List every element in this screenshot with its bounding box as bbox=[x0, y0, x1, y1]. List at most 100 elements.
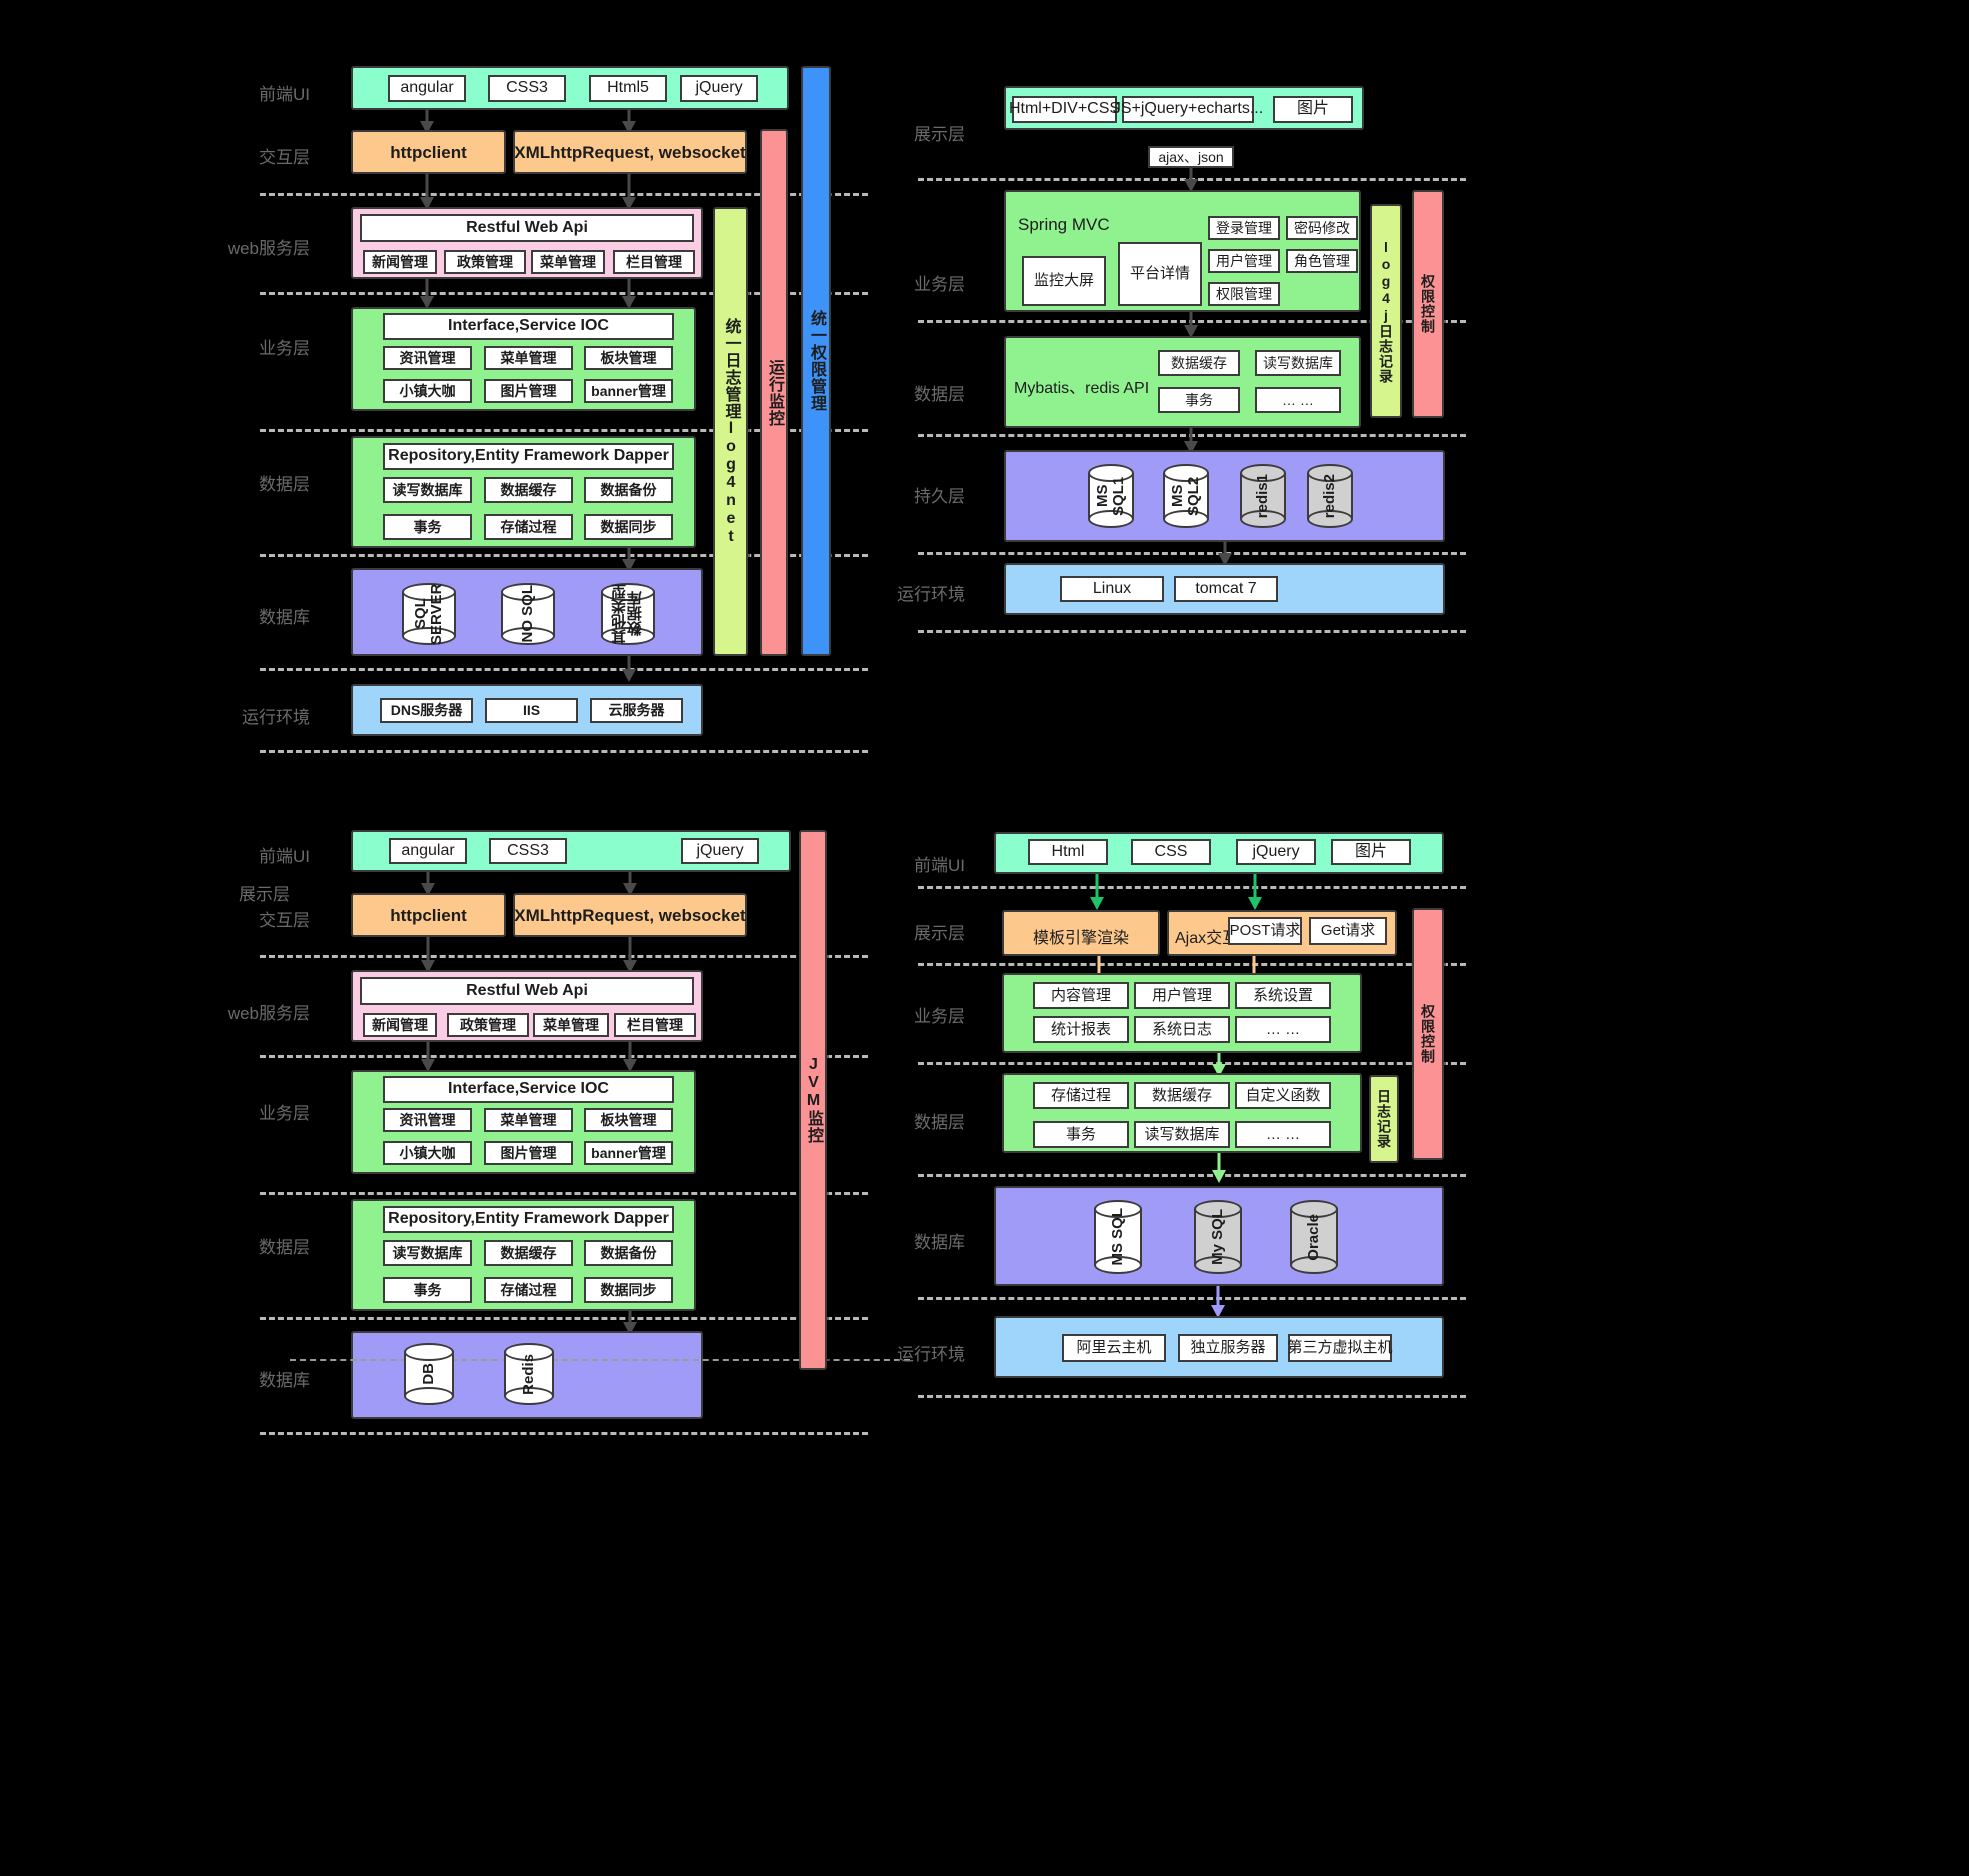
bl-data-item-5[interactable]: 数据同步 bbox=[584, 1277, 673, 1303]
layer-label-br-runtime: 运行环境 bbox=[897, 1345, 965, 1364]
bl-business-item-4[interactable]: 图片管理 bbox=[484, 1141, 573, 1165]
tl-web-item-0[interactable]: 新闻管理 bbox=[363, 250, 437, 274]
divider-bl-2 bbox=[260, 1055, 868, 1058]
br-business-item-4[interactable]: 系统日志 bbox=[1134, 1016, 1230, 1043]
tr-arrow-biz-data bbox=[1184, 312, 1198, 338]
bl-business-item-1[interactable]: 菜单管理 bbox=[484, 1108, 573, 1132]
br-data-item-5[interactable]: … … bbox=[1235, 1121, 1331, 1148]
bl-vbar-jvm[interactable]: JVM监控 bbox=[799, 830, 827, 1370]
tr-data-item-2[interactable]: 事务 bbox=[1158, 387, 1240, 413]
tr-presentation-chip-0[interactable]: Html+DIV+CSS bbox=[1009, 96, 1120, 123]
br-data-item-0[interactable]: 存储过程 bbox=[1033, 1082, 1129, 1109]
bl-business-item-2[interactable]: 板块管理 bbox=[584, 1108, 673, 1132]
tr-business-item-0[interactable]: 登录管理 bbox=[1208, 216, 1280, 240]
bl-data-item-2[interactable]: 数据备份 bbox=[584, 1240, 673, 1266]
tr-business-item-4[interactable]: 权限管理 bbox=[1208, 282, 1280, 306]
tr-data-item-1[interactable]: 读写数据库 bbox=[1255, 350, 1341, 376]
layer-label-tl-web: web服务层 bbox=[227, 239, 310, 258]
tl-business-item-0[interactable]: 资讯管理 bbox=[383, 346, 472, 370]
br-runtime-chip-2[interactable]: 第三方虚拟主机 bbox=[1288, 1334, 1393, 1362]
bl-data-item-0[interactable]: 读写数据库 bbox=[383, 1240, 472, 1266]
bl-arrow-web-biz-b bbox=[623, 1042, 637, 1072]
br-ui-chip-2[interactable]: jQuery bbox=[1236, 839, 1316, 865]
br-post-request-chip[interactable]: POST请求 bbox=[1228, 917, 1302, 945]
tl-business-item-3[interactable]: 小镇大咖 bbox=[383, 379, 472, 403]
tr-business-item-3[interactable]: 角色管理 bbox=[1286, 249, 1358, 273]
bl-ui-chip-1[interactable]: CSS3 bbox=[489, 838, 567, 864]
tl-vbar-auth[interactable]: 统一权限管理 bbox=[801, 66, 831, 656]
br-business-item-3[interactable]: 统计报表 bbox=[1033, 1016, 1129, 1043]
bl-business-item-3[interactable]: 小镇大咖 bbox=[383, 1141, 472, 1165]
br-data-item-2[interactable]: 自定义函数 bbox=[1235, 1082, 1331, 1109]
bl-data-item-4[interactable]: 存储过程 bbox=[484, 1277, 573, 1303]
tl-web-item-2[interactable]: 菜单管理 bbox=[531, 250, 605, 274]
br-runtime-chip-1[interactable]: 独立服务器 bbox=[1178, 1334, 1278, 1362]
br-runtime-chip-0[interactable]: 阿里云主机 bbox=[1062, 1334, 1166, 1362]
br-data-item-4[interactable]: 读写数据库 bbox=[1134, 1121, 1230, 1148]
tl-data-item-5[interactable]: 数据同步 bbox=[584, 514, 673, 540]
tr-business-framework: Spring MVC bbox=[1018, 215, 1110, 234]
br-business-item-0[interactable]: 内容管理 bbox=[1033, 982, 1129, 1009]
bl-web-item-1[interactable]: 政策管理 bbox=[447, 1013, 529, 1037]
bl-ui-chip-2[interactable]: jQuery bbox=[681, 838, 759, 864]
bl-data-item-3[interactable]: 事务 bbox=[383, 1277, 472, 1303]
tr-business-item-1[interactable]: 密码修改 bbox=[1286, 216, 1358, 240]
tr-vbar-log4j[interactable]: log4j日志记录 bbox=[1370, 204, 1402, 418]
br-vbar-auth[interactable]: 权限控制 bbox=[1412, 908, 1444, 1160]
tl-data-item-4[interactable]: 存储过程 bbox=[484, 514, 573, 540]
tr-business-item-2[interactable]: 用户管理 bbox=[1208, 249, 1280, 273]
bl-web-item-2[interactable]: 菜单管理 bbox=[533, 1013, 609, 1037]
tl-web-item-1[interactable]: 政策管理 bbox=[444, 250, 526, 274]
tl-runtime-chip-0[interactable]: DNS服务器 bbox=[380, 698, 473, 723]
divider-br-5 bbox=[918, 1297, 1466, 1300]
br-business-item-2[interactable]: 系统设置 bbox=[1235, 982, 1331, 1009]
bl-ui-chip-0[interactable]: angular bbox=[389, 838, 467, 864]
tl-business-item-2[interactable]: 板块管理 bbox=[584, 346, 673, 370]
tr-runtime-chip-0[interactable]: Linux bbox=[1060, 576, 1164, 602]
br-data-item-1[interactable]: 数据缓存 bbox=[1134, 1082, 1230, 1109]
tl-vbar-log[interactable]: 统一日志管理log4net bbox=[713, 207, 748, 656]
br-business-item-5[interactable]: … … bbox=[1235, 1016, 1331, 1043]
tl-data-item-2[interactable]: 数据备份 bbox=[584, 477, 673, 503]
br-business-item-1[interactable]: 用户管理 bbox=[1134, 982, 1230, 1009]
br-get-request-chip[interactable]: Get请求 bbox=[1309, 917, 1387, 945]
bl-web-item-3[interactable]: 栏目管理 bbox=[614, 1013, 696, 1037]
bl-web-item-0[interactable]: 新闻管理 bbox=[363, 1013, 437, 1037]
tl-ui-chip-0[interactable]: angular bbox=[388, 75, 466, 102]
tr-vbar-auth[interactable]: 权限控制 bbox=[1412, 190, 1444, 418]
tl-vbar-monitor[interactable]: 运行监控 bbox=[760, 129, 788, 656]
tl-runtime-chip-1[interactable]: IIS bbox=[485, 698, 578, 723]
tr-data-item-0[interactable]: 数据缓存 bbox=[1158, 350, 1240, 376]
tl-data-item-0[interactable]: 读写数据库 bbox=[383, 477, 472, 503]
bl-business-item-5[interactable]: banner管理 bbox=[584, 1141, 673, 1165]
tl-runtime-chip-2[interactable]: 云服务器 bbox=[590, 698, 683, 723]
bl-data-item-1[interactable]: 数据缓存 bbox=[484, 1240, 573, 1266]
tl-business-item-1[interactable]: 菜单管理 bbox=[484, 346, 573, 370]
tl-vbar-auth-label: 统一权限管理 bbox=[808, 310, 825, 412]
tr-presentation-chip-2[interactable]: 图片 bbox=[1273, 96, 1353, 123]
tl-ui-chip-2[interactable]: Html5 bbox=[589, 75, 667, 102]
tl-web-item-3[interactable]: 栏目管理 bbox=[613, 250, 695, 274]
tl-ui-chip-1[interactable]: CSS3 bbox=[488, 75, 566, 102]
tr-business-detail[interactable]: 平台详情 bbox=[1118, 242, 1202, 306]
br-vbar-log[interactable]: 日志记录 bbox=[1369, 1075, 1399, 1163]
br-arrow-db-runtime bbox=[1211, 1286, 1225, 1318]
tl-data-item-3[interactable]: 事务 bbox=[383, 514, 472, 540]
layer-label-tl-interaction: 交互层 bbox=[259, 148, 310, 167]
tr-presentation-chip-1[interactable]: JS+jQuery+echarts... bbox=[1113, 96, 1263, 123]
tr-business-bigscreen[interactable]: 监控大屏 bbox=[1022, 256, 1106, 306]
br-data-item-3[interactable]: 事务 bbox=[1033, 1121, 1129, 1148]
br-ui-chip-3[interactable]: 图片 bbox=[1331, 839, 1411, 865]
br-ui-chip-1[interactable]: CSS bbox=[1131, 839, 1211, 865]
tl-data-item-1[interactable]: 数据缓存 bbox=[484, 477, 573, 503]
tr-data-item-3[interactable]: … … bbox=[1255, 387, 1341, 413]
br-ui-chip-0[interactable]: Html bbox=[1028, 839, 1108, 865]
br-vbar-log-label: 日志记录 bbox=[1376, 1089, 1392, 1149]
bl-business-item-0[interactable]: 资讯管理 bbox=[383, 1108, 472, 1132]
tr-runtime-chip-1[interactable]: tomcat 7 bbox=[1174, 576, 1278, 602]
br-arrow-jquery-ajax bbox=[1248, 874, 1262, 910]
tr-arrow-pres-biz bbox=[1184, 168, 1198, 192]
tl-business-item-4[interactable]: 图片管理 bbox=[484, 379, 573, 403]
tl-ui-chip-3[interactable]: jQuery bbox=[680, 75, 758, 102]
tl-business-item-5[interactable]: banner管理 bbox=[584, 379, 673, 403]
